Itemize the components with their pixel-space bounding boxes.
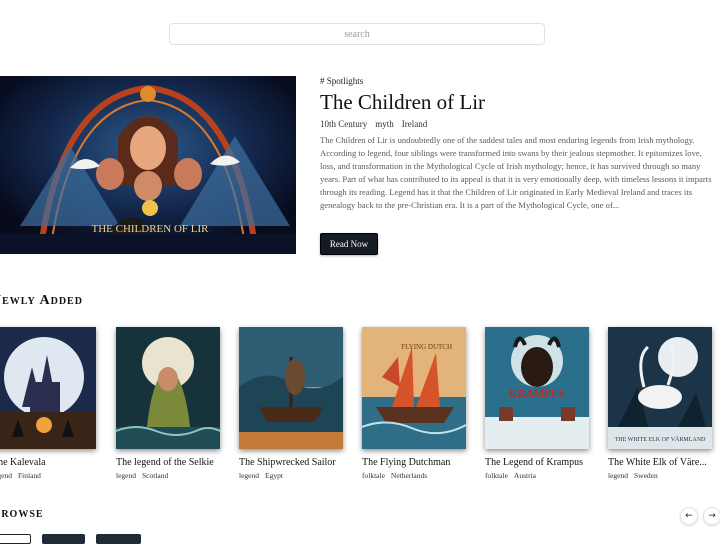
story-title[interactable]: The White Elk of Väre... (608, 457, 718, 468)
search-input[interactable] (169, 23, 545, 45)
spotlight-title[interactable]: The Children of Lir (320, 90, 485, 115)
spotlight-country[interactable]: Ireland (402, 119, 427, 129)
story-country[interactable]: Sweden (634, 471, 658, 480)
story-country[interactable]: Finland (18, 471, 41, 480)
story-card-flying-dutchman[interactable]: FLYING DUTCH The Flying Dutchman folktal… (362, 327, 466, 480)
story-card-selkie[interactable]: The legend of the Selkie legend Scotland (116, 327, 220, 480)
story-cover[interactable]: THE WHITE ELK OF VÄRMLAND (608, 327, 712, 449)
story-card-shipwrecked-sailor[interactable]: The Shipwrecked Sailor legend Egypt (239, 327, 343, 480)
story-title[interactable]: The legend of the Selkie (116, 457, 226, 468)
story-country[interactable]: Austria (514, 471, 536, 480)
svg-text:THE WHITE ELK OF VÄRMLAND: THE WHITE ELK OF VÄRMLAND (615, 436, 706, 443)
browse-heading: Browse (0, 506, 44, 521)
story-cover[interactable] (0, 327, 96, 449)
newly-added-heading: Newly Added (0, 293, 83, 308)
story-title[interactable]: The Shipwrecked Sailor (239, 457, 349, 468)
story-cover[interactable] (116, 327, 220, 449)
story-card-krampus[interactable]: KRAMPUS The Legend of Krampus folktale Au… (485, 327, 589, 480)
story-cover[interactable]: FLYING DUTCH (362, 327, 466, 449)
arrow-left-icon: ← (685, 511, 693, 521)
story-country[interactable]: Netherlands (391, 471, 427, 480)
story-category[interactable]: legend (0, 471, 12, 480)
story-cover[interactable]: KRAMPUS (485, 327, 589, 449)
story-title[interactable]: The Flying Dutchman (362, 457, 472, 468)
story-category[interactable]: folktale (485, 471, 508, 480)
story-category[interactable]: legend (239, 471, 259, 480)
story-card-kalevala[interactable]: The Kalevala legendFinland (0, 327, 96, 480)
story-country[interactable]: Scotland (142, 471, 168, 480)
spotlight-century: 10th Century (320, 119, 368, 129)
svg-text:THE CHILDREN OF LIR: THE CHILDREN OF LIR (91, 223, 209, 235)
arrow-right-icon: → (708, 511, 716, 521)
browse-filter-button[interactable] (42, 534, 85, 544)
spotlight-meta: 10th Century myth Ireland (320, 119, 427, 129)
story-title[interactable]: The Legend of Krampus (485, 457, 595, 468)
story-card-white-elk[interactable]: THE WHITE ELK OF VÄRMLAND The White Elk … (608, 327, 712, 480)
spotlight-tag: # Spotlights (320, 76, 364, 86)
spotlight-category[interactable]: myth (375, 119, 394, 129)
read-now-button[interactable]: Read Now (320, 233, 378, 255)
spotlight-description: The Children of Lir is undoubtedly one o… (320, 135, 712, 210)
carousel-next-button[interactable]: → (703, 507, 720, 525)
story-category[interactable]: legend (116, 471, 136, 480)
spotlight-cover-image[interactable]: THE CHILDREN OF LIR (0, 76, 296, 254)
carousel-prev-button[interactable]: ← (680, 507, 698, 525)
svg-text:FLYING DUTCH: FLYING DUTCH (401, 343, 452, 351)
story-title[interactable]: The Kalevala (0, 457, 102, 468)
browse-filter-button[interactable] (0, 534, 31, 544)
story-category[interactable]: legend (608, 471, 628, 480)
svg-text:KRAMPUS: KRAMPUS (509, 388, 565, 400)
browse-filter-button[interactable] (96, 534, 141, 544)
story-cover[interactable] (239, 327, 343, 449)
story-country[interactable]: Egypt (265, 471, 283, 480)
story-category[interactable]: folktale (362, 471, 385, 480)
